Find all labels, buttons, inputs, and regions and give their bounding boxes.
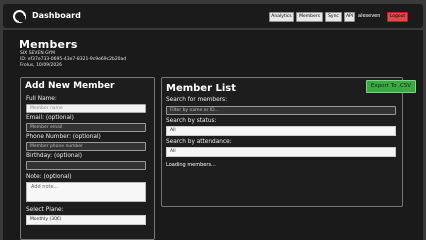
nav-button-sync[interactable]: Sync (325, 12, 342, 22)
note-label: Note: (optional) (26, 174, 72, 180)
gym-date: Frolus, 10/09/2026 (20, 63, 63, 68)
birthday-input[interactable] (26, 161, 146, 170)
logout-button[interactable]: Logout (387, 12, 408, 22)
attendance-select[interactable]: All (166, 147, 396, 157)
nav-button-api[interactable]: API (344, 12, 355, 22)
status-label: Search by status: (166, 118, 217, 124)
member-list-title: Member List (166, 83, 237, 94)
nav-button-members[interactable]: Members (296, 12, 323, 22)
note-textarea[interactable]: Add note... (26, 182, 146, 202)
member-list-card: Member List Search for members: Filter b… (161, 77, 403, 207)
attendance-label: Search by attendance: (166, 139, 232, 145)
status-select[interactable]: All (166, 126, 396, 136)
full-name-label: Full Name: (26, 96, 57, 102)
full-name-input[interactable]: Member name (26, 104, 146, 113)
add-member-title: Add New Member (25, 81, 115, 91)
top-navigation-bar: Dashboard Analytics Members Sync API ale… (3, 4, 423, 28)
loading-members-text: Loading members... (166, 162, 216, 168)
brand-title: Dashboard (32, 11, 81, 20)
search-label: Search for members: (166, 97, 228, 103)
page-title: Members (19, 38, 78, 51)
plan-select[interactable]: Monthly (30€) (26, 215, 146, 225)
search-input[interactable]: Filter by name or ID... (166, 106, 396, 115)
export-csv-button[interactable]: Export To .CSV (366, 80, 416, 93)
app-window: Dashboard Analytics Members Sync API ale… (0, 0, 426, 240)
email-label: Email: (optional) (26, 115, 74, 121)
email-input[interactable]: Member email (26, 123, 146, 132)
birthday-label: Birthday: (optional) (26, 153, 82, 159)
user-name: aleseven (358, 13, 381, 19)
nav-button-analytics[interactable]: Analytics (269, 12, 294, 22)
plan-label: Select Plane: (26, 207, 64, 213)
main-content: Members SIX SEVEN GYM ID: ef37e733-0695-… (3, 30, 423, 240)
phone-label: Phone Number: (optional) (26, 134, 101, 140)
phone-input[interactable]: Member phone number (26, 142, 146, 151)
dashboard-logo-icon (13, 10, 26, 23)
add-member-card: Add New Member Full Name: Member name Em… (20, 77, 155, 240)
